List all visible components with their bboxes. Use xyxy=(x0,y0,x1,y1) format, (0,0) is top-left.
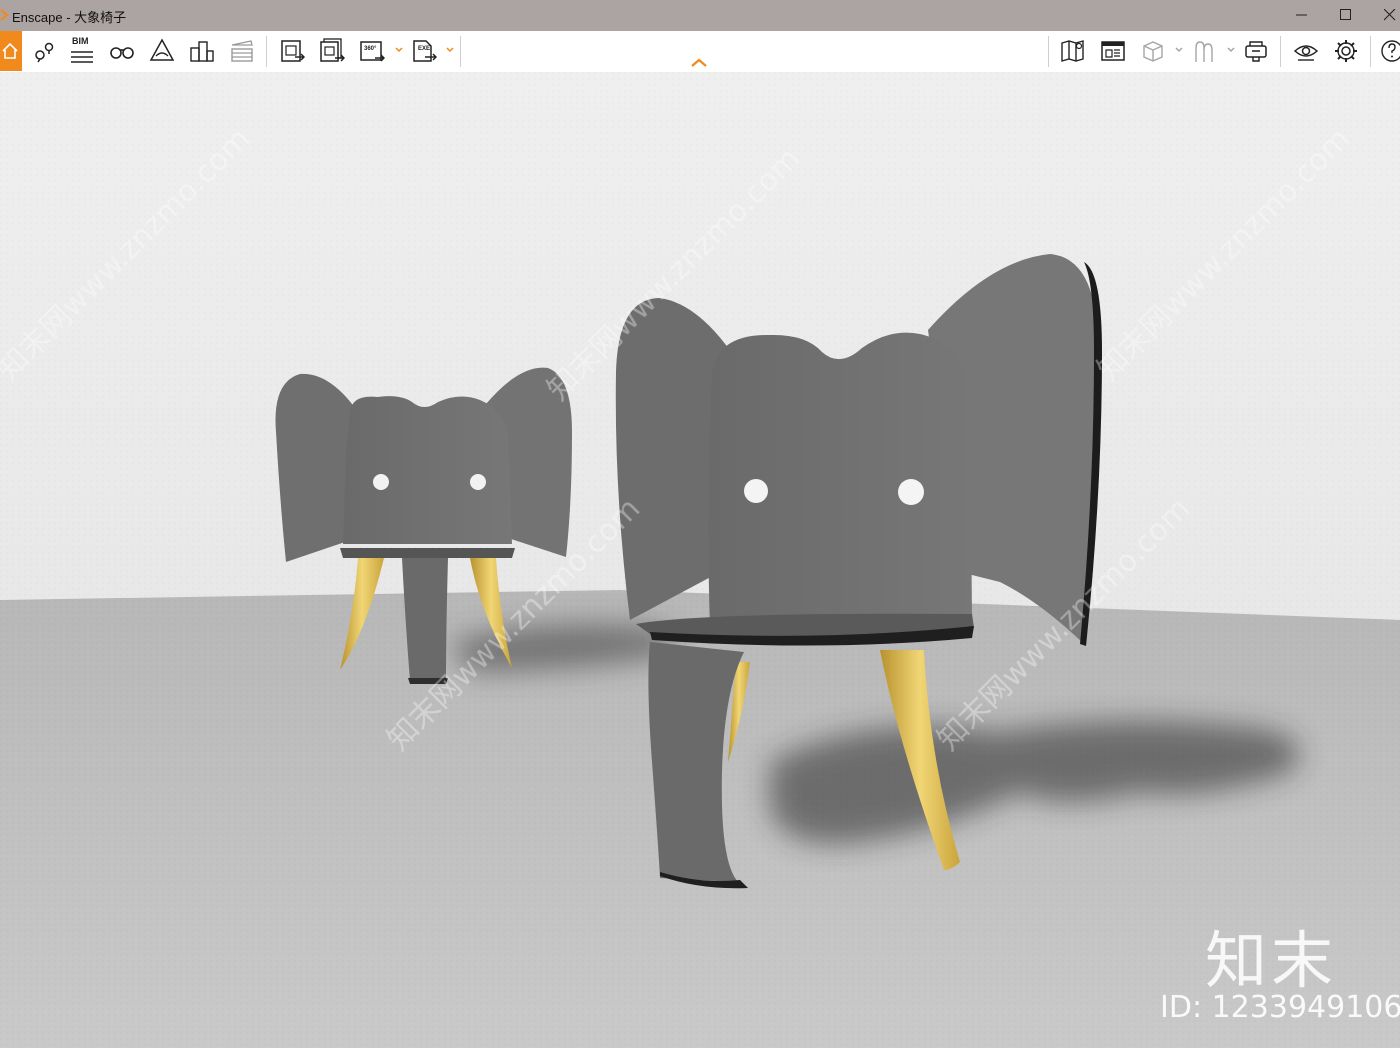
image-id-label: ID: 1233949106 xyxy=(1160,990,1400,1025)
help-button[interactable] xyxy=(1376,35,1400,67)
people-dropdown-icon[interactable] xyxy=(1226,44,1236,56)
video-editor-button[interactable] xyxy=(226,35,258,67)
standalone-export-icon xyxy=(413,40,437,62)
enscape-logo-icon xyxy=(0,9,9,21)
minimize-button[interactable] xyxy=(1280,0,1324,31)
material-editor-icon xyxy=(1101,41,1125,61)
views-icon xyxy=(35,42,54,63)
settings-gear-icon xyxy=(1335,40,1357,62)
panorama-export-button[interactable]: 360° xyxy=(356,35,388,67)
toolbar-divider xyxy=(1280,36,1281,67)
material-editor-button[interactable] xyxy=(1097,35,1129,67)
minimize-icon xyxy=(1296,14,1307,16)
bim-button[interactable]: BIM xyxy=(66,35,98,67)
video-editor-icon xyxy=(231,40,253,62)
cube-view-dropdown-icon[interactable] xyxy=(1174,44,1184,56)
screenshot-export-button[interactable] xyxy=(276,35,308,67)
asset-library-icon xyxy=(190,41,214,62)
views-button[interactable] xyxy=(28,35,60,67)
scene-render: 知末网www.znzmo.com 知末网www.znzmo.com 知末网www… xyxy=(0,72,1400,1048)
people-button[interactable] xyxy=(1188,35,1220,67)
chevron-up-icon xyxy=(691,58,707,67)
render-viewport[interactable]: 知末网www.znzmo.com 知末网www.znzmo.com 知末网www… xyxy=(0,72,1400,1048)
atmosphere-button[interactable] xyxy=(146,35,178,67)
standalone-dropdown-icon[interactable] xyxy=(445,44,455,56)
visual-settings-icon xyxy=(1293,45,1319,61)
vr-headset-button[interactable] xyxy=(1240,35,1272,67)
cube-view-icon xyxy=(1143,41,1163,62)
settings-button[interactable] xyxy=(1330,35,1362,67)
map-view-button[interactable] xyxy=(1057,35,1089,67)
asset-library-button[interactable] xyxy=(186,35,218,67)
close-icon xyxy=(1384,9,1396,21)
binoculars-button[interactable] xyxy=(106,35,138,67)
toolbar-divider xyxy=(266,36,267,67)
title-bar: Enscape - 大象椅子 xyxy=(0,0,1400,31)
cube-view-button[interactable] xyxy=(1137,35,1169,67)
maximize-icon xyxy=(1340,9,1351,20)
visual-settings-button[interactable] xyxy=(1290,35,1322,67)
home-icon xyxy=(2,42,18,59)
people-icon xyxy=(1195,41,1213,62)
binoculars-icon xyxy=(110,47,134,59)
screenshot-export-icon xyxy=(281,40,305,62)
help-icon xyxy=(1381,40,1400,62)
home-button[interactable] xyxy=(0,31,22,71)
vr-headset-icon xyxy=(1245,41,1267,62)
toolbar-divider xyxy=(1370,36,1371,67)
close-button[interactable] xyxy=(1368,0,1400,31)
map-view-icon xyxy=(1061,40,1084,62)
panorama-dropdown-icon[interactable] xyxy=(394,44,404,56)
bim-icon xyxy=(71,51,93,63)
batch-render-icon xyxy=(320,38,345,62)
window-title: Enscape - 大象椅子 xyxy=(12,10,127,25)
toolbar-divider xyxy=(1048,36,1049,67)
atmosphere-icon xyxy=(149,38,175,61)
collapse-toolbar-button[interactable] xyxy=(688,55,710,71)
brand-watermark: 知末 xyxy=(1205,924,1338,997)
maximize-button[interactable] xyxy=(1324,0,1368,31)
batch-render-button[interactable] xyxy=(316,35,348,67)
standalone-export-button[interactable]: EXE xyxy=(408,35,440,67)
toolbar-divider xyxy=(460,36,461,67)
panorama-export-icon xyxy=(360,41,385,62)
